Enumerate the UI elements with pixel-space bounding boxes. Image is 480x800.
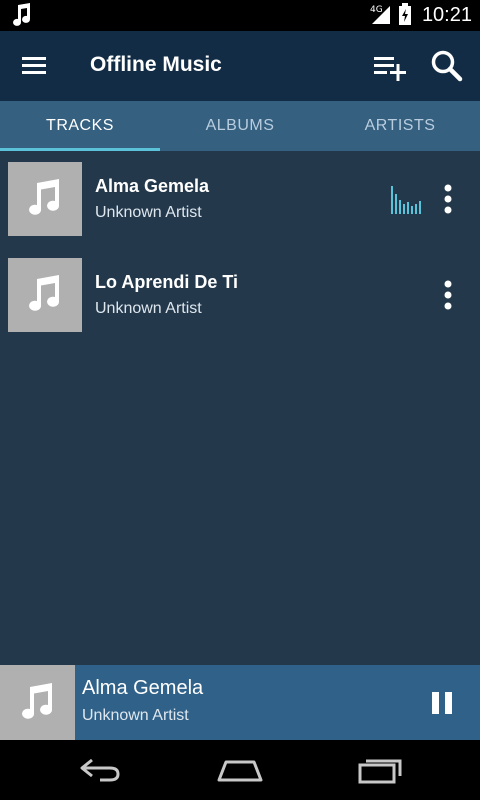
track-artist: Unknown Artist [95, 204, 202, 221]
battery-icon [398, 2, 412, 30]
track-list: Alma Gemela Unknown Artist Lo Aprendi De… [0, 156, 480, 348]
track-row[interactable]: Lo Aprendi De Ti Unknown Artist [0, 252, 480, 348]
overflow-menu-icon[interactable] [440, 280, 456, 312]
now-playing-bar[interactable]: Alma Gemela Unknown Artist [0, 665, 480, 740]
album-art-placeholder [8, 258, 82, 332]
network-type-label: 4G [370, 5, 383, 15]
now-playing-album-art [0, 665, 75, 740]
now-playing-artist: Unknown Artist [82, 707, 189, 724]
album-art-placeholder [8, 162, 82, 236]
search-icon[interactable] [430, 49, 464, 87]
back-icon[interactable] [78, 756, 122, 788]
home-icon[interactable] [216, 756, 264, 788]
status-bar: 4G 10:21 [0, 0, 480, 31]
track-artist: Unknown Artist [95, 300, 202, 317]
app-title: Offline Music [90, 53, 222, 76]
add-to-queue-icon[interactable] [372, 53, 408, 85]
signal-4g-icon: 4G [370, 2, 392, 30]
music-note-icon [18, 681, 58, 725]
now-playing-title: Alma Gemela [82, 677, 204, 699]
equalizer-icon [390, 184, 422, 214]
overflow-menu-icon[interactable] [440, 184, 456, 216]
track-title: Lo Aprendi De Ti [95, 272, 239, 292]
recents-icon[interactable] [358, 756, 404, 788]
system-nav-bar [0, 740, 480, 800]
tab-albums[interactable]: ALBUMS [160, 101, 320, 151]
tab-bar: TRACKS ALBUMS ARTISTS [0, 101, 480, 151]
tab-tracks[interactable]: TRACKS [0, 101, 160, 151]
track-title: Alma Gemela [95, 176, 210, 196]
tab-artists[interactable]: ARTISTS [320, 101, 480, 151]
pause-icon[interactable] [430, 691, 454, 715]
track-row[interactable]: Alma Gemela Unknown Artist [0, 156, 480, 252]
clock: 10:21 [421, 4, 472, 26]
music-note-icon [25, 273, 65, 317]
menu-icon[interactable] [22, 55, 48, 77]
music-note-icon [10, 3, 32, 31]
app-bar: Offline Music [0, 31, 480, 101]
music-note-icon [25, 177, 65, 221]
